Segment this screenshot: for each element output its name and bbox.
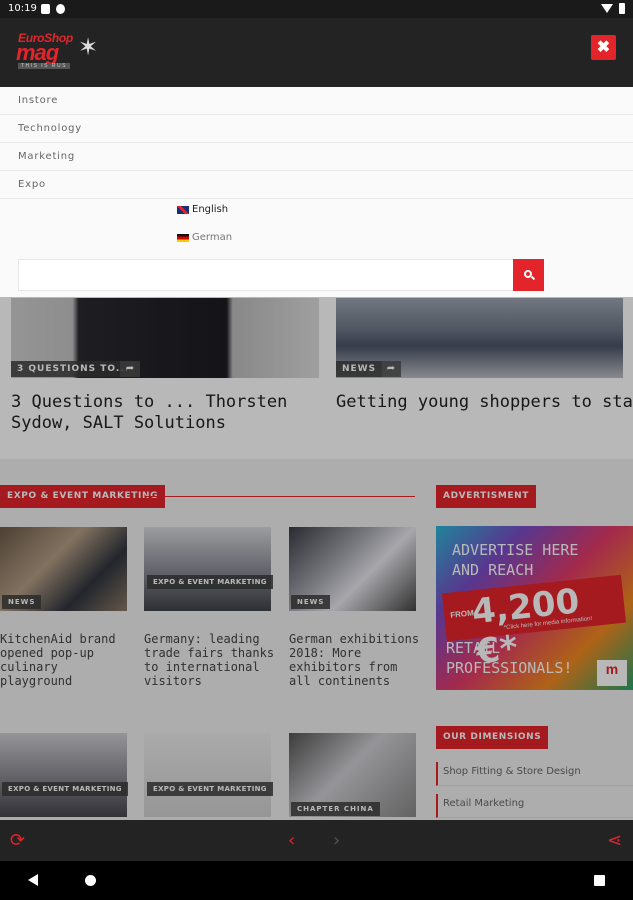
menu-item-expo[interactable]: Expo (0, 171, 633, 199)
language-label: German (192, 232, 233, 243)
close-menu-button[interactable]: ✖ (591, 35, 616, 60)
search-button[interactable] (513, 259, 544, 291)
close-icon: ✖ (596, 39, 611, 56)
sync-icon (56, 4, 65, 14)
refresh-icon[interactable]: ⟳ (10, 830, 25, 851)
language-label: English (192, 204, 229, 215)
forward-arrow-icon[interactable]: › (333, 830, 340, 851)
nav-recents-icon[interactable] (594, 875, 605, 886)
bottom-toolbar: ⟳ ‹ › ⋖ (0, 820, 633, 861)
language-option-english[interactable]: English (177, 200, 228, 220)
status-time: 10:19 (8, 3, 37, 14)
system-navigation-bar (0, 861, 633, 900)
logo-star-icon: ✶ (78, 34, 99, 61)
wifi-icon (601, 4, 613, 13)
language-option-german[interactable]: German (177, 228, 232, 248)
logo-tagline: THIS IS RUS (18, 63, 70, 69)
status-bar: 10:19 (0, 0, 633, 18)
nav-back-icon[interactable] (28, 874, 38, 886)
share-icon[interactable]: ⋖ (607, 830, 622, 851)
menu-item-marketing[interactable]: Marketing (0, 143, 633, 171)
search-icon-handle (530, 275, 536, 281)
menu-item-instore[interactable]: Instore (0, 87, 633, 115)
navigation-menu: Instore Technology Marketing Expo Englis… (0, 87, 633, 297)
euroshop-logo[interactable]: EuroShop mag ✶ THIS IS RUS (16, 31, 106, 71)
menu-item-technology[interactable]: Technology (0, 115, 633, 143)
app-header: EuroShop mag ✶ THIS IS RUS ✖ (0, 18, 633, 87)
notification-icon (41, 4, 50, 14)
battery-icon (619, 3, 625, 14)
search-input[interactable] (18, 259, 514, 291)
back-arrow-icon[interactable]: ‹ (288, 830, 295, 851)
de-flag-icon (177, 234, 189, 242)
nav-home-icon[interactable] (85, 875, 96, 886)
uk-flag-icon (177, 206, 189, 214)
